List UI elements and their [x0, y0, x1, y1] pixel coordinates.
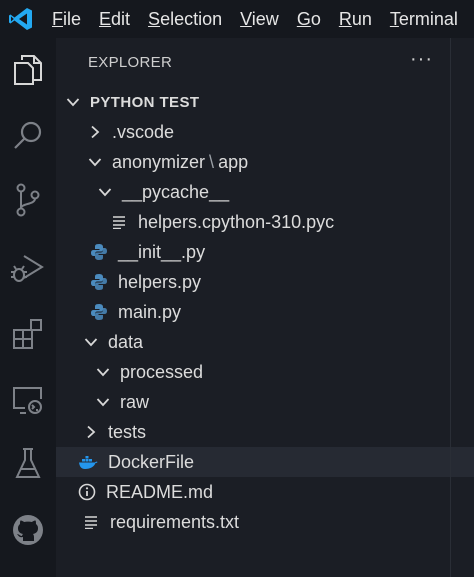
- tree-item-label: tests: [108, 421, 147, 442]
- tree-item-label: __init__.py: [118, 241, 206, 262]
- chevron-down-icon: [96, 395, 110, 409]
- info-icon: [78, 483, 96, 501]
- menu-view[interactable]: View: [240, 9, 279, 30]
- python-icon: [90, 243, 108, 261]
- path-separator: \: [209, 151, 215, 172]
- text-lines-icon: [110, 213, 128, 231]
- chevron-down-icon: [96, 365, 110, 379]
- tree-item-label: README.md: [106, 481, 214, 502]
- tree-item-main-py[interactable]: main.py: [56, 297, 474, 327]
- chevron-down-icon: [84, 335, 98, 349]
- tree-item-label: anonymizer: [112, 151, 206, 172]
- tree-item-label-secondary: app: [218, 151, 249, 172]
- menu-terminal[interactable]: Terminal: [390, 9, 458, 30]
- tree-item-label: processed: [120, 361, 204, 382]
- tree-item-init-py[interactable]: __init__.py: [56, 237, 474, 267]
- testing-icon[interactable]: [8, 444, 48, 484]
- chevron-right-icon: [88, 125, 102, 139]
- run-debug-icon[interactable]: [8, 248, 48, 288]
- tree-item-label: main.py: [118, 301, 182, 322]
- tree-item-label: data: [108, 331, 144, 352]
- tree-item-processed-folder[interactable]: processed: [56, 357, 474, 387]
- chevron-down-icon: [88, 155, 102, 169]
- explorer-panel: EXPLORER ··· PYTHON TEST .vscode anonymi…: [56, 38, 474, 577]
- tree-item-label: raw: [120, 391, 150, 412]
- tree-item-vscode-folder[interactable]: .vscode: [56, 117, 474, 147]
- explorer-icon[interactable]: [8, 50, 48, 90]
- tree-item-label: .vscode: [112, 121, 175, 142]
- github-icon[interactable]: [8, 510, 48, 550]
- chevron-down-icon: [98, 185, 112, 199]
- source-control-icon[interactable]: [8, 180, 48, 220]
- python-icon: [90, 303, 108, 321]
- tree-item-pycache-folder[interactable]: __pycache__: [56, 177, 474, 207]
- tree-item-requirements[interactable]: requirements.txt: [56, 507, 474, 537]
- explorer-title: EXPLORER: [88, 54, 173, 71]
- chevron-down-icon: [66, 95, 80, 109]
- workspace-root-label: PYTHON TEST: [90, 93, 200, 111]
- tree-item-pyc-file[interactable]: helpers.cpython-310.pyc: [56, 207, 474, 237]
- remote-explorer-icon[interactable]: [8, 380, 48, 420]
- tree-item-readme[interactable]: README.md: [56, 477, 474, 507]
- activity-bar: [0, 38, 56, 577]
- extensions-icon[interactable]: [8, 314, 48, 354]
- tree-item-tests-folder[interactable]: tests: [56, 417, 474, 447]
- panel-divider: [450, 38, 451, 577]
- more-actions-button[interactable]: ···: [410, 48, 433, 71]
- chevron-right-icon: [84, 425, 98, 439]
- tree-item-label: helpers.cpython-310.pyc: [138, 211, 335, 232]
- menu-edit[interactable]: Edit: [99, 9, 130, 30]
- tree-item-anonymizer-app-folder[interactable]: anonymizer \ app: [56, 147, 474, 177]
- tree-item-data-folder[interactable]: data: [56, 327, 474, 357]
- menu-run[interactable]: Run: [339, 9, 372, 30]
- tree-item-label: DockerFile: [108, 451, 195, 472]
- tree-item-label: requirements.txt: [110, 511, 240, 532]
- vscode-logo-icon: [8, 5, 34, 33]
- tree-item-dockerfile[interactable]: DockerFile: [56, 447, 474, 477]
- tree-item-raw-folder[interactable]: raw: [56, 387, 474, 417]
- menu-bar: File Edit Selection View Go Run Terminal: [0, 0, 474, 38]
- tree-item-label: helpers.py: [118, 271, 202, 292]
- tree-item-helpers-py[interactable]: helpers.py: [56, 267, 474, 297]
- search-icon[interactable]: [8, 116, 48, 156]
- text-lines-icon: [82, 513, 100, 531]
- tree-item-label: __pycache__: [122, 181, 230, 202]
- docker-icon: [78, 453, 98, 471]
- workspace-root[interactable]: PYTHON TEST: [56, 87, 474, 117]
- python-icon: [90, 273, 108, 291]
- menu-go[interactable]: Go: [297, 9, 321, 30]
- menu-selection[interactable]: Selection: [148, 9, 222, 30]
- menu-file[interactable]: File: [52, 9, 81, 30]
